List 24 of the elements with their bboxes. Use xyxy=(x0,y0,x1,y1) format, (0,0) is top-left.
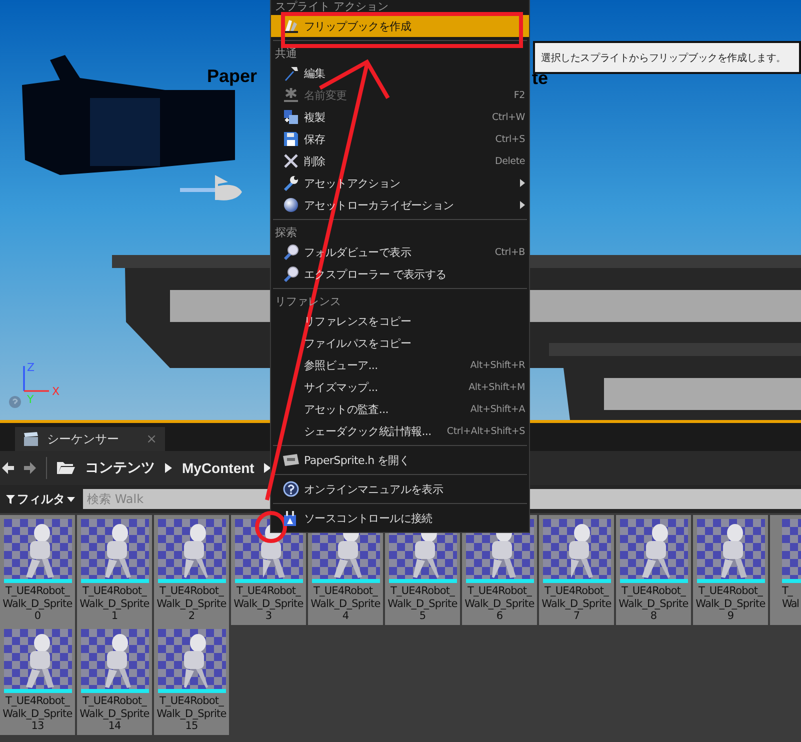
tab-label: シーケンサー xyxy=(47,430,119,448)
asset-name: T_UE4Robot_ Walk_D_Sprite 4 xyxy=(310,585,380,622)
axis-label: Z xyxy=(27,362,35,373)
axis-label: Y xyxy=(27,394,34,405)
menu-heading: 共通 xyxy=(274,46,298,62)
asset-name: T_UE4Robot_ Walk_D_Sprite 14 xyxy=(80,695,150,732)
asset-name: T_UE4Robot_ Walk_D_Sprite 8 xyxy=(618,585,688,622)
asset-name: T_UE4Robot_ Walk_D_Sprite 6 xyxy=(464,585,534,622)
asset-name: T_UE4Robot_ Walk_D_Sprite 3 xyxy=(234,585,304,622)
menu-heading: スプライト アクション xyxy=(274,0,390,15)
menu-heading: リファレンス xyxy=(274,294,342,310)
asset-name: T_UE4Robot_ Walk_D_Sprite 0 xyxy=(2,585,72,622)
scene-title: Paper xyxy=(207,66,258,87)
asset-name: T_UE4Robot_ Walk_D_Sprite 7 xyxy=(542,585,612,622)
menu-heading: 探索 xyxy=(274,225,298,241)
asset-name: T_UE4Robot_ Walk_D_Sprite 13 xyxy=(2,695,72,732)
axis-label: X xyxy=(52,386,60,397)
tooltip: 選択したスプライトからフリップブックを作成します。 xyxy=(533,41,801,74)
asset-name: T_UE4Robot_ Walk_D_Sprite 5 xyxy=(388,585,458,622)
asset-name: T_UE4Robot_ Walk_D_Sprite 2 xyxy=(156,585,226,622)
asset-name: T_UE4Robot_ Walk_D_Sprite 9 xyxy=(696,585,766,622)
asset-name: T_UE4Robot_ Walk_D_Sprite 15 xyxy=(156,695,226,732)
asset-name: T_ Wal xyxy=(782,585,799,610)
asset-name: T_UE4Robot_ Walk_D_Sprite 1 xyxy=(80,585,150,622)
